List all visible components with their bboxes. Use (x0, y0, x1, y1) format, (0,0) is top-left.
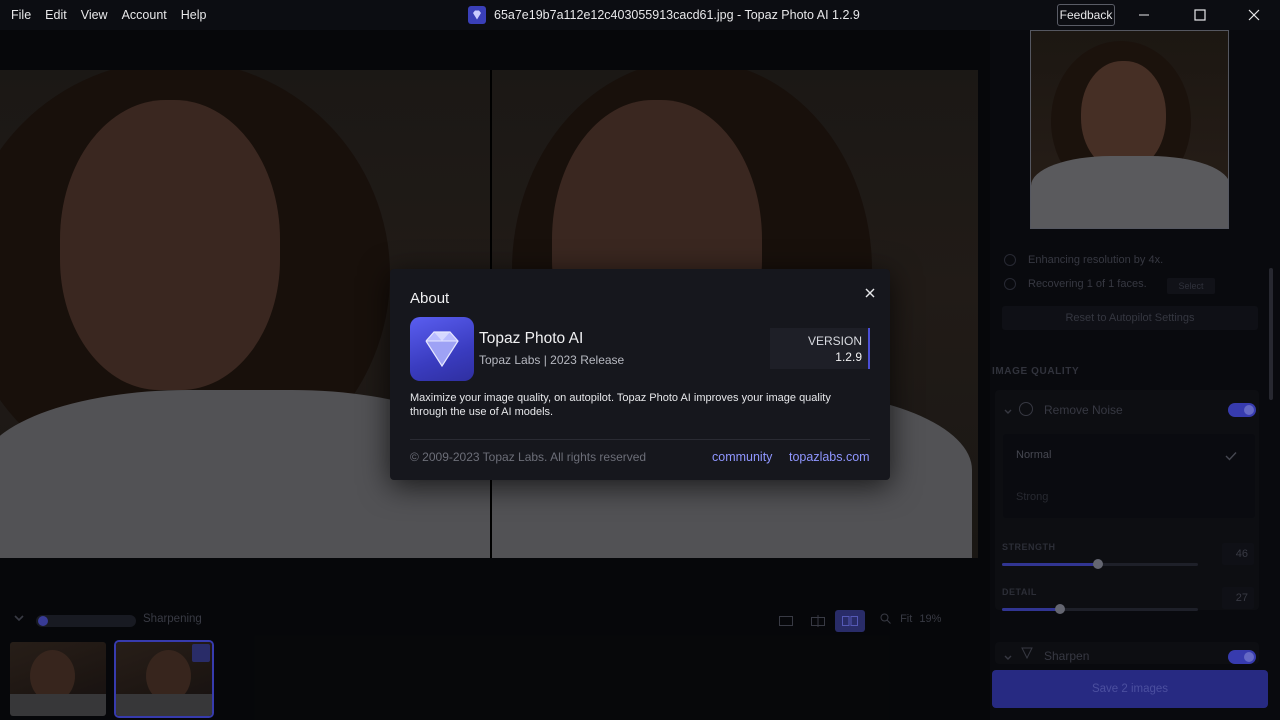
menu-view[interactable]: View (74, 0, 115, 30)
topazlabs-link[interactable]: topazlabs.com (789, 450, 870, 464)
menu-account[interactable]: Account (115, 0, 174, 30)
topaz-gem-logo-icon (410, 317, 474, 381)
close-window-button[interactable] (1234, 0, 1274, 30)
copyright-text: © 2009-2023 Topaz Labs. All rights reser… (410, 450, 647, 464)
community-link[interactable]: community (712, 450, 772, 464)
app-name: Topaz Photo AI (479, 330, 584, 347)
close-icon (1248, 9, 1260, 21)
about-dialog: About Topaz Photo AI Topaz Labs | 2023 R… (390, 269, 890, 480)
window-title-text: 65a7e19b7a112e12c403055913cacd61.jpg - T… (494, 8, 860, 22)
feedback-button[interactable]: Feedback (1057, 4, 1115, 26)
version-label: VERSION (807, 334, 862, 348)
window-title: 65a7e19b7a112e12c403055913cacd61.jpg - T… (468, 0, 860, 30)
maximize-button[interactable] (1180, 0, 1220, 30)
dialog-title: About (410, 290, 450, 307)
menu-file[interactable]: File (4, 0, 38, 30)
close-icon (865, 288, 875, 298)
minimize-icon (1139, 14, 1149, 16)
menu-bar: File Edit View Account Help (0, 0, 213, 30)
version-number: 1.2.9 (835, 350, 862, 364)
app-window: File Edit View Account Help 65a7e19b7a11… (0, 0, 1280, 720)
company-release: Topaz Labs | 2023 Release (479, 353, 625, 367)
menu-edit[interactable]: Edit (38, 0, 74, 30)
app-description: Maximize your image quality, on autopilo… (410, 392, 831, 418)
version-box: VERSION 1.2.9 (770, 328, 870, 369)
minimize-button[interactable] (1124, 0, 1164, 30)
dialog-divider (410, 439, 870, 440)
dialog-close-button[interactable] (860, 283, 880, 303)
menu-help[interactable]: Help (174, 0, 214, 30)
maximize-icon (1194, 9, 1206, 21)
title-bar: File Edit View Account Help 65a7e19b7a11… (0, 0, 1280, 30)
app-gem-icon (468, 6, 486, 24)
